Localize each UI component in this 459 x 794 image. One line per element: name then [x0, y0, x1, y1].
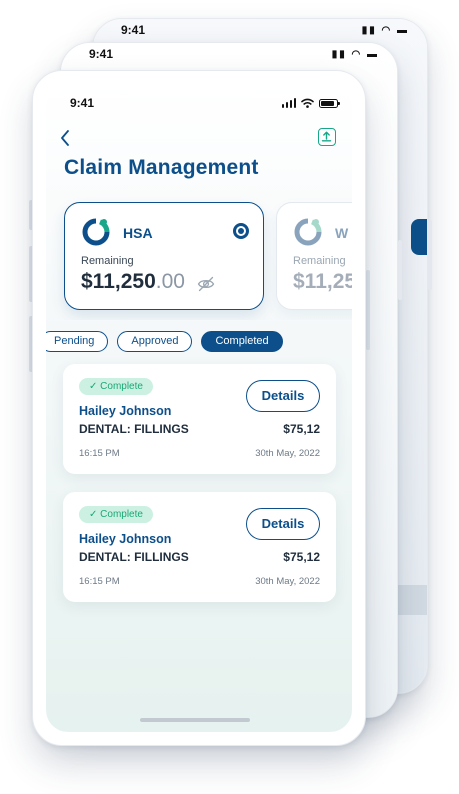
background-card-edge [411, 219, 427, 255]
power-button-back [428, 220, 432, 290]
account-name: W [335, 225, 349, 241]
account-card-hsa[interactable]: HSA Remaining $11,250.00 [64, 202, 264, 310]
claim-card[interactable]: ✓ Complete Details Hailey Johnson DENTAL… [63, 492, 336, 602]
power-button-back [398, 240, 402, 300]
home-indicator[interactable] [140, 718, 250, 722]
remaining-label: Remaining [81, 255, 134, 267]
wifi-icon [301, 98, 314, 108]
phone-screen: 9:41 Claim Management HSA Remaining $11,… [46, 84, 352, 732]
account-name: HSA [123, 225, 153, 241]
remaining-amount: $11,250.00 [81, 270, 185, 294]
amount-main: $11,250 [81, 270, 156, 293]
ring-logo-icon [82, 218, 110, 246]
upload-button[interactable] [318, 128, 336, 146]
battery-icon [319, 98, 340, 108]
remaining-label: Remaining [293, 255, 346, 267]
procedure: DENTAL: FILLINGS [79, 422, 189, 436]
details-button[interactable]: Details [246, 508, 320, 540]
signal-icon [281, 98, 296, 108]
status-icons: ▮▮ ◠ ▬ [331, 48, 379, 60]
claim-card[interactable]: ✓ Complete Details Hailey Johnson DENTAL… [63, 364, 336, 474]
eye-off-icon[interactable] [197, 276, 215, 292]
claim-time: 16:15 PM [79, 448, 120, 459]
status-time: 9:41 [89, 47, 114, 61]
account-radio-selected[interactable] [233, 223, 249, 239]
details-button[interactable]: Details [246, 380, 320, 412]
account-cards-carousel[interactable]: HSA Remaining $11,250.00 W Remaining $11… [46, 192, 352, 320]
background-phone-status-bar: 9:41 ▮▮ ◠ ▬ [61, 43, 397, 65]
claim-date: 30th May, 2022 [255, 576, 320, 587]
background-phone-status-bar: 9:41 ▮▮ ◠ ▬ [93, 19, 427, 41]
remaining-amount: $11,25 [293, 270, 352, 293]
system-icons [281, 98, 340, 108]
claim-amount: $75,12 [283, 422, 320, 436]
procedure: DENTAL: FILLINGS [79, 550, 189, 564]
account-card-next[interactable]: W Remaining $11,25 [276, 202, 352, 310]
claim-time: 16:15 PM [79, 576, 120, 587]
phone-frame: 9:41 Claim Management HSA Remaining $11,… [32, 70, 366, 746]
filter-pending[interactable]: Pending [46, 331, 109, 352]
status-badge: ✓ Complete [79, 378, 153, 395]
patient-name: Hailey Johnson [79, 532, 172, 546]
status-badge: ✓ Complete [79, 506, 153, 523]
back-chevron-icon[interactable] [60, 130, 78, 148]
page-title: Claim Management [64, 156, 259, 179]
patient-name: Hailey Johnson [79, 404, 172, 418]
claim-date: 30th May, 2022 [255, 448, 320, 459]
ring-logo-icon [294, 218, 322, 246]
status-bar: 9:41 [46, 92, 352, 114]
status-time: 9:41 [121, 23, 146, 37]
filter-completed[interactable]: Completed [201, 331, 283, 352]
power-button [366, 270, 370, 350]
upload-icon [321, 131, 332, 142]
claim-status-filters: Pending Approved Completed [46, 331, 283, 355]
claim-amount: $75,12 [283, 550, 320, 564]
status-time: 9:41 [70, 96, 95, 110]
status-icons: ▮▮ ◠ ▬ [361, 24, 409, 36]
amount-cents: .00 [155, 270, 185, 293]
filter-approved[interactable]: Approved [117, 331, 193, 352]
